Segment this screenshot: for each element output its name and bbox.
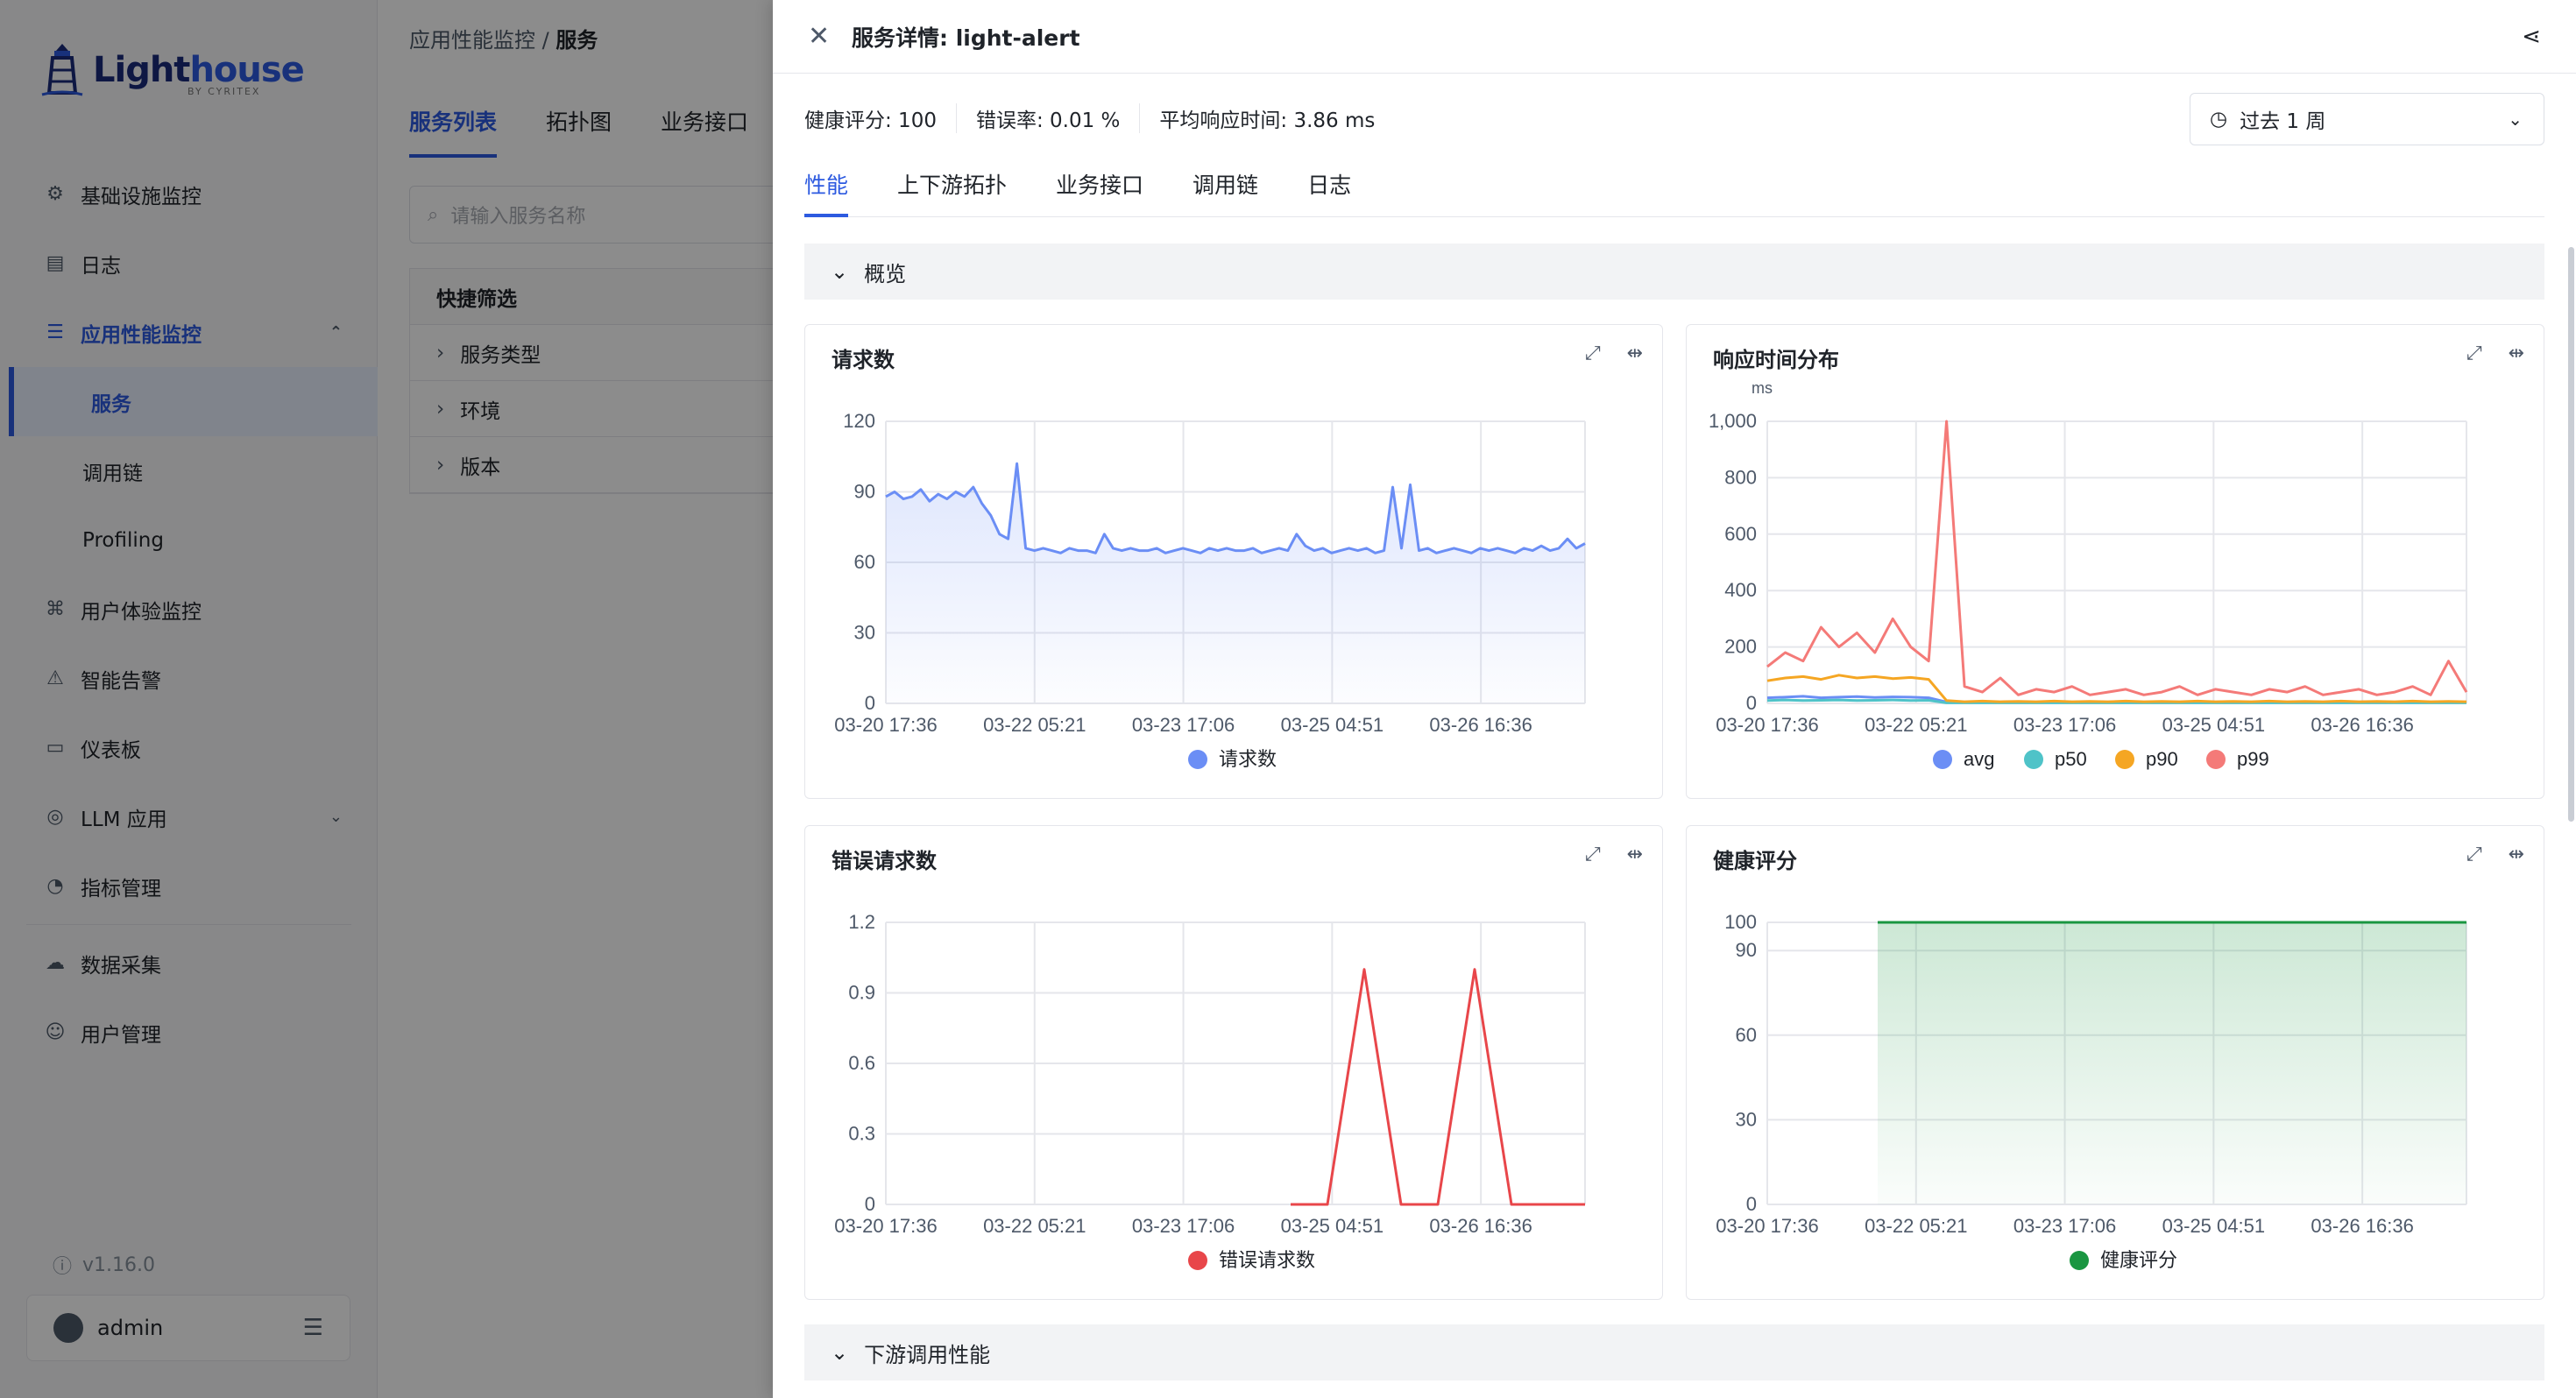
legend-marker: [2115, 750, 2134, 769]
x-tick-label: 03-20 17:36: [834, 714, 937, 736]
drawer-title: 服务详情: light-alert: [852, 25, 1080, 51]
tab-business-api[interactable]: 业务接口: [1056, 165, 1143, 216]
y-tick-label: 400: [1724, 579, 1757, 601]
y-tick-label: 120: [843, 410, 875, 432]
service-detail-drawer: ✕ 服务详情: light-alert ⋖ 健康评分: 100 错误率: 0.0…: [773, 0, 2576, 1398]
x-tick-label: 03-23 17:06: [1132, 1215, 1235, 1237]
y-tick-label: 0.6: [848, 1052, 875, 1074]
metric-avg-response: 平均响应时间: 3.86 ms: [1139, 103, 1394, 133]
x-tick-label: 03-25 04:51: [1281, 1215, 1384, 1237]
chart-card-errors: 错误请求数 ⤢ ⇹ 0 0.3 0.6 0.9 1.2 03-20 17:36 03-22 0…: [804, 825, 1663, 1300]
x-tick-label: 03-26 16:36: [2311, 1215, 2413, 1237]
legend-label: p90: [2146, 748, 2178, 770]
chart-card-health: 健康评分 ⤢ ⇹ 0 30 60 90 100 03-20 17:36 03-22 05:21…: [1686, 825, 2544, 1300]
legend-marker: [1188, 1251, 1207, 1270]
tab-trace[interactable]: 调用链: [1192, 165, 1258, 216]
y-tick-label: 0: [1746, 1193, 1757, 1215]
legend-label: 错误请求数: [1219, 1249, 1315, 1271]
x-tick-label: 03-23 17:06: [1132, 714, 1235, 736]
x-tick-label: 03-22 05:21: [983, 714, 1086, 736]
x-tick-label: 03-22 05:21: [983, 1215, 1086, 1237]
y-tick-label: 60: [1736, 1024, 1757, 1046]
chevron-down-icon: ⌄: [2508, 109, 2523, 130]
y-tick-label: 0.3: [848, 1123, 875, 1145]
y-tick-label: 1,000: [1709, 410, 1757, 432]
x-tick-label: 03-22 05:21: [1865, 1215, 1967, 1237]
app-root: Lighthouse BY CYRITEX ⚙ 基础设施监控 ▤ 日志 ☰ 应用性能监…: [0, 0, 2576, 1398]
y-tick-label: 0: [865, 692, 875, 714]
time-range-select[interactable]: ◷ 过去 1 周 ⌄: [2190, 93, 2544, 145]
section-title: 概览: [864, 261, 907, 286]
x-tick-label: 03-26 16:36: [1429, 1215, 1532, 1237]
chart-health: 0 30 60 90 100 03-20 17:36 03-22 05:21 03-23 17…: [1716, 911, 2467, 1271]
tab-performance[interactable]: 性能: [804, 165, 849, 217]
x-tick-label: 03-20 17:36: [1716, 714, 1818, 736]
legend-label: 健康评分: [2100, 1249, 2177, 1271]
drawer-header: ✕ 服务详情: light-alert ⋖: [773, 0, 2576, 74]
chart-card-response-time: 响应时间分布 ⤢ ⇹ ms 0 200 400 600 800 1,000 03-20 17:3…: [1686, 324, 2544, 799]
legend-marker: [2024, 750, 2043, 769]
service-metrics: 健康评分: 100 错误率: 0.01 % 平均响应时间: 3.86 ms: [804, 103, 1394, 133]
x-tick-label: 03-26 16:36: [1429, 714, 1532, 736]
legend-marker: [1188, 750, 1207, 769]
tab-log[interactable]: 日志: [1307, 165, 1351, 216]
y-tick-label: 1.2: [848, 911, 875, 933]
y-tick-label: 0: [1746, 692, 1757, 714]
legend-marker: [1933, 750, 1952, 769]
x-tick-label: 03-25 04:51: [1281, 714, 1384, 736]
series-line: [1291, 968, 1585, 1206]
close-icon[interactable]: ✕: [808, 21, 830, 52]
y-tick-label: 800: [1724, 466, 1757, 488]
section-overview[interactable]: ⌄ 概览: [804, 244, 2544, 300]
chart-response-time: ms 0 200 400 600 800 1,000 03-20 17:36 03-22 05:…: [1709, 379, 2468, 770]
chart-requests: 0 30 60 90 120 03-20 17:36 03-22 05:21 03-23 17…: [834, 410, 1586, 770]
chart-card-requests: 请求数 ⤢ ⇹ 0 30 60 90 120 03-20 17:36 03-22 05:21 0…: [804, 324, 1663, 799]
y-tick-label: 600: [1724, 523, 1757, 545]
x-tick-label: 03-20 17:36: [834, 1215, 937, 1237]
y-tick-label: 100: [1724, 911, 1757, 933]
legend-label: p50: [2055, 748, 2087, 770]
drawer-mask[interactable]: [0, 0, 773, 1398]
y-tick-label: 30: [854, 622, 875, 644]
y-tick-label: 30: [1736, 1108, 1757, 1130]
metric-error-rate: 错误率: 0.01 %: [955, 103, 1139, 133]
y-tick-label: 90: [1736, 939, 1757, 961]
y-tick-label: 0: [865, 1193, 875, 1215]
scrollbar[interactable]: [2568, 247, 2574, 822]
time-range-value: 过去 1 周: [2240, 110, 2326, 133]
x-tick-label: 03-20 17:36: [1716, 1215, 1818, 1237]
legend-label: avg: [1964, 748, 1994, 770]
series-area: [1878, 922, 2466, 1204]
chart-errors: 0 0.3 0.6 0.9 1.2 03-20 17:36 03-22 05:21 03-23…: [834, 911, 1586, 1271]
y-tick-label: 0.9: [848, 982, 875, 1004]
x-tick-label: 03-23 17:06: [2013, 1215, 2116, 1237]
x-tick-label: 03-25 04:51: [2162, 1215, 2265, 1237]
drawer-tabs: 性能 上下游拓扑 业务接口 调用链 日志: [804, 165, 2544, 217]
x-tick-label: 03-23 17:06: [2013, 714, 2116, 736]
chart-unit: ms: [1752, 379, 1773, 397]
legend-label: 请求数: [1219, 748, 1277, 770]
section-title: 下游调用性能: [864, 1342, 991, 1367]
legend-marker: [2070, 1251, 2089, 1270]
tab-topology[interactable]: 上下游拓扑: [897, 165, 1007, 216]
y-tick-label: 90: [854, 481, 875, 503]
clock-icon: ◷: [2210, 108, 2228, 131]
chevron-down-icon: ⌄: [831, 259, 849, 284]
legend-marker: [2206, 750, 2226, 769]
y-tick-label: 60: [854, 551, 875, 573]
share-icon[interactable]: ⋖: [2522, 24, 2541, 50]
legend-label: p99: [2237, 748, 2269, 770]
x-tick-label: 03-26 16:36: [2311, 714, 2413, 736]
y-tick-label: 200: [1724, 636, 1757, 658]
section-downstream[interactable]: ⌄ 下游调用性能: [804, 1324, 2544, 1380]
x-tick-label: 03-25 04:51: [2162, 714, 2265, 736]
x-tick-label: 03-22 05:21: [1865, 714, 1967, 736]
chevron-down-icon: ⌄: [831, 1340, 849, 1365]
metric-health-score: 健康评分: 100: [804, 109, 937, 132]
